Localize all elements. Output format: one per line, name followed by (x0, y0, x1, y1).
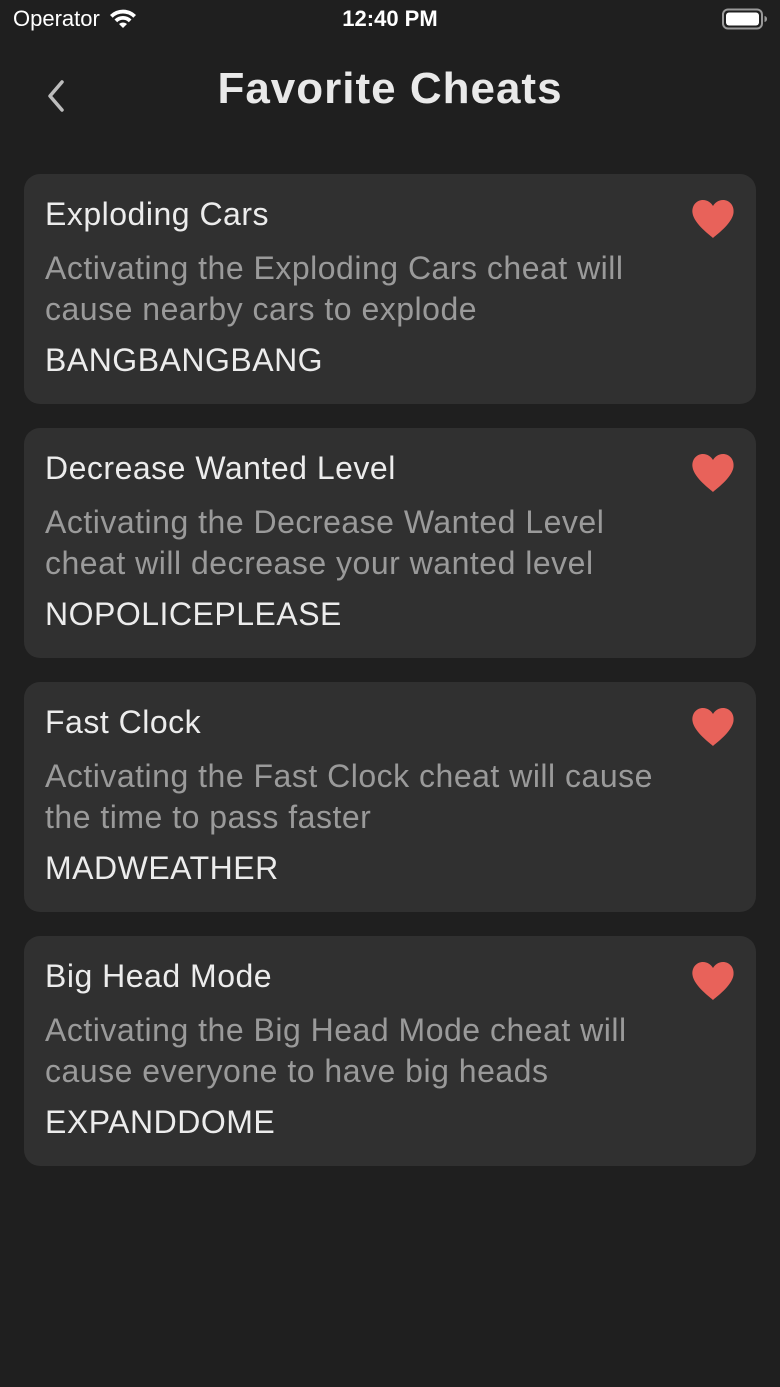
page-title: Favorite Cheats (217, 64, 563, 113)
cheat-card[interactable]: Fast Clock Activating the Fast Clock che… (24, 682, 756, 912)
cheat-code: NOPOLICEPLEASE (45, 596, 342, 632)
cheat-card[interactable]: Decrease Wanted Level Activating the Dec… (24, 428, 756, 658)
cheat-list: Exploding Cars Activating the Exploding … (24, 174, 756, 1190)
status-time: 12:40 PM (342, 6, 438, 31)
heart-icon (692, 200, 734, 238)
cheat-title: Big Head Mode (45, 958, 273, 994)
cheat-description: Activating the Fast Clock cheat will cau… (45, 758, 653, 835)
cheat-code: MADWEATHER (45, 850, 279, 886)
cheat-code: BANGBANGBANG (45, 342, 324, 378)
heart-icon (692, 708, 734, 746)
cheat-title: Decrease Wanted Level (45, 450, 396, 486)
favorite-button[interactable] (690, 706, 736, 748)
status-bar: Operator 12:40 PM (0, 0, 780, 40)
cheat-description: Activating the Big Head Mode cheat will … (45, 1012, 627, 1089)
favorite-button[interactable] (690, 452, 736, 494)
cheat-card[interactable]: Big Head Mode Activating the Big Head Mo… (24, 936, 756, 1166)
cheat-description: Activating the Decrease Wanted Level che… (45, 504, 605, 581)
favorite-button[interactable] (690, 198, 736, 240)
battery-icon (722, 8, 767, 30)
heart-icon (692, 454, 734, 492)
cheat-title: Fast Clock (45, 704, 202, 740)
cheat-description: Activating the Exploding Cars cheat will… (45, 250, 624, 327)
cheat-code: EXPANDDOME (45, 1104, 276, 1140)
cheat-card[interactable]: Exploding Cars Activating the Exploding … (24, 174, 756, 404)
navigation-bar: Favorite Cheats (0, 52, 780, 136)
cheat-title: Exploding Cars (45, 196, 269, 232)
heart-icon (692, 962, 734, 1000)
favorite-button[interactable] (690, 960, 736, 1002)
